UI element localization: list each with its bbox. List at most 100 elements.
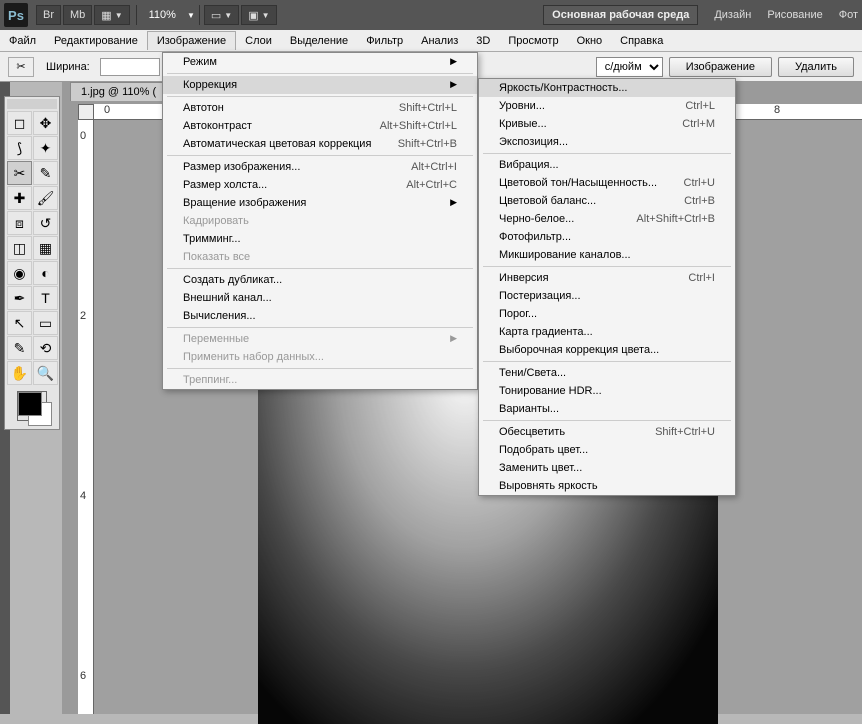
menu-rotation[interactable]: Вращение изображения▶ xyxy=(163,194,477,212)
menu-shadow-highlight[interactable]: Тени/Света... xyxy=(479,364,735,382)
menu-canvas-size[interactable]: Размер холста...Alt+Ctrl+C xyxy=(163,176,477,194)
menu-view[interactable]: Просмотр xyxy=(499,32,567,50)
resolution-unit-select[interactable]: с/дюйм xyxy=(596,57,663,77)
blur-tool[interactable]: ◉ xyxy=(7,261,32,285)
type-tool[interactable]: T xyxy=(33,286,58,310)
clone-stamp-tool[interactable]: ⧈ xyxy=(7,211,32,235)
menu-brightness-contrast[interactable]: Яркость/Контрастность... xyxy=(479,79,735,97)
menu-color-balance[interactable]: Цветовой баланс...Ctrl+B xyxy=(479,192,735,210)
menu-gradient-map[interactable]: Карта градиента... xyxy=(479,323,735,341)
rectangle-tool[interactable]: ▭ xyxy=(33,311,58,335)
menu-autocolor[interactable]: Автоматическая цветовая коррекцияShift+C… xyxy=(163,135,477,153)
move-tool[interactable]: ✥ xyxy=(33,111,58,135)
menu-autocontrast[interactable]: АвтоконтрастAlt+Shift+Ctrl+L xyxy=(163,117,477,135)
bridge-button[interactable]: Br xyxy=(36,5,61,25)
menu-threshold[interactable]: Порог... xyxy=(479,305,735,323)
menu-analysis[interactable]: Анализ xyxy=(412,32,467,50)
lasso-tool[interactable]: ⟆ xyxy=(7,136,32,160)
history-brush-tool[interactable]: ↺ xyxy=(33,211,58,235)
image-menu-dropdown: Режим▶ Коррекция▶ АвтотонShift+Ctrl+L Ав… xyxy=(162,52,478,390)
menu-image[interactable]: Изображение xyxy=(147,31,236,50)
menu-photo-filter[interactable]: Фотофильтр... xyxy=(479,228,735,246)
foreground-color[interactable] xyxy=(18,392,42,416)
menu-hue-saturation[interactable]: Цветовой тон/Насыщенность...Ctrl+U xyxy=(479,174,735,192)
menu-calculations[interactable]: Вычисления... xyxy=(163,307,477,325)
dodge-tool[interactable]: ◐ xyxy=(33,261,58,285)
crop-tool[interactable]: ✂ xyxy=(7,161,32,185)
clear-button[interactable]: Удалить xyxy=(778,57,854,77)
menu-crop: Кадрировать xyxy=(163,212,477,230)
brush-tool[interactable]: 🖌 xyxy=(33,186,58,210)
menu-apply-dataset: Применить набор данных... xyxy=(163,348,477,366)
notes-tool[interactable]: ✎ xyxy=(7,336,32,360)
menu-layers[interactable]: Слои xyxy=(236,32,281,50)
menu-invert[interactable]: ИнверсияCtrl+I xyxy=(479,269,735,287)
menu-levels[interactable]: Уровни...Ctrl+L xyxy=(479,97,735,115)
menu-hdr-toning[interactable]: Тонирование HDR... xyxy=(479,382,735,400)
hand-tool[interactable]: ✋ xyxy=(7,361,32,385)
menu-posterize[interactable]: Постеризация... xyxy=(479,287,735,305)
toolbox-handle[interactable] xyxy=(7,99,57,109)
screen-mode-button[interactable]: ▣▼ xyxy=(241,5,276,25)
pen-tool[interactable]: ✒ xyxy=(7,286,32,310)
path-select-tool[interactable]: ↖ xyxy=(7,311,32,335)
toolbox: ◻ ✥ ⟆ ✦ ✂ ✎ ✚ 🖌 ⧈ ↺ ◫ ▦ ◉ ◐ ✒ T ↖ ▭ ✎ ⟲ … xyxy=(4,96,60,430)
workspace-link-design[interactable]: Дизайн xyxy=(714,9,751,21)
menu-desaturate[interactable]: ОбесцветитьShift+Ctrl+U xyxy=(479,423,735,441)
document-tab[interactable]: 1.jpg @ 110% ( xyxy=(70,82,167,101)
menu-image-size[interactable]: Размер изображения...Alt+Ctrl+I xyxy=(163,158,477,176)
menu-vibrance[interactable]: Вибрация... xyxy=(479,156,735,174)
menu-correction[interactable]: Коррекция▶ xyxy=(163,76,477,94)
healing-brush-tool[interactable]: ✚ xyxy=(7,186,32,210)
zoom-tool[interactable]: 🔍 xyxy=(33,361,58,385)
application-bar: Ps Br Mb ▦▼ 110% ▼ ▭▼ ▣▼ Основная рабоча… xyxy=(0,0,862,30)
menu-trapping: Треппинг... xyxy=(163,371,477,389)
menu-equalize[interactable]: Выровнять яркость xyxy=(479,477,735,495)
ruler-origin[interactable] xyxy=(78,104,94,120)
workspace-button-active[interactable]: Основная рабочая среда xyxy=(543,5,698,25)
menu-edit[interactable]: Редактирование xyxy=(45,32,147,50)
menu-trim[interactable]: Тримминг... xyxy=(163,230,477,248)
menu-channel-mixer[interactable]: Микширование каналов... xyxy=(479,246,735,264)
menu-exposure[interactable]: Экспозиция... xyxy=(479,133,735,151)
workspace-link-drawing[interactable]: Рисование xyxy=(767,9,822,21)
width-input[interactable] xyxy=(100,58,160,76)
menu-curves[interactable]: Кривые...Ctrl+M xyxy=(479,115,735,133)
minibridge-button[interactable]: Mb xyxy=(63,5,92,25)
view-extras-button[interactable]: ▦▼ xyxy=(94,5,129,25)
width-label: Ширина: xyxy=(46,61,90,73)
zoom-level[interactable]: 110% xyxy=(149,9,176,21)
workspace-link-photo[interactable]: Фот xyxy=(839,9,858,21)
menu-duplicate[interactable]: Создать дубликат... xyxy=(163,271,477,289)
menu-3d[interactable]: 3D xyxy=(467,32,499,50)
menu-autotone[interactable]: АвтотонShift+Ctrl+L xyxy=(163,99,477,117)
menu-mode[interactable]: Режим▶ xyxy=(163,53,477,71)
menu-selective-color[interactable]: Выборочная коррекция цвета... xyxy=(479,341,735,359)
3d-rotate-tool[interactable]: ⟲ xyxy=(33,336,58,360)
eyedropper-tool[interactable]: ✎ xyxy=(33,161,58,185)
menu-select[interactable]: Выделение xyxy=(281,32,357,50)
rect-marquee-tool[interactable]: ◻ xyxy=(7,111,32,135)
gradient-tool[interactable]: ▦ xyxy=(33,236,58,260)
eraser-tool[interactable]: ◫ xyxy=(7,236,32,260)
menu-replace-color[interactable]: Заменить цвет... xyxy=(479,459,735,477)
vertical-ruler[interactable]: 0 2 4 6 xyxy=(78,120,94,714)
menu-window[interactable]: Окно xyxy=(568,32,612,50)
menu-black-white[interactable]: Черно-белое...Alt+Shift+Ctrl+B xyxy=(479,210,735,228)
menu-bar: Файл Редактирование Изображение Слои Выд… xyxy=(0,30,862,52)
menu-apply-image[interactable]: Внешний канал... xyxy=(163,289,477,307)
menu-variations[interactable]: Варианты... xyxy=(479,400,735,418)
correction-submenu: Яркость/Контрастность... Уровни...Ctrl+L… xyxy=(478,78,736,496)
arrange-docs-button[interactable]: ▭▼ xyxy=(204,5,239,25)
front-image-button[interactable]: Изображение xyxy=(669,57,772,77)
menu-file[interactable]: Файл xyxy=(0,32,45,50)
menu-reveal-all: Показать все xyxy=(163,248,477,266)
tool-preset-picker[interactable]: ✂ xyxy=(8,57,34,77)
magic-wand-tool[interactable]: ✦ xyxy=(33,136,58,160)
ps-logo: Ps xyxy=(4,3,28,27)
menu-match-color[interactable]: Подобрать цвет... xyxy=(479,441,735,459)
color-swatch[interactable] xyxy=(17,391,47,421)
menu-filter[interactable]: Фильтр xyxy=(357,32,412,50)
zoom-dropdown-icon[interactable]: ▼ xyxy=(187,11,195,20)
menu-help[interactable]: Справка xyxy=(611,32,672,50)
